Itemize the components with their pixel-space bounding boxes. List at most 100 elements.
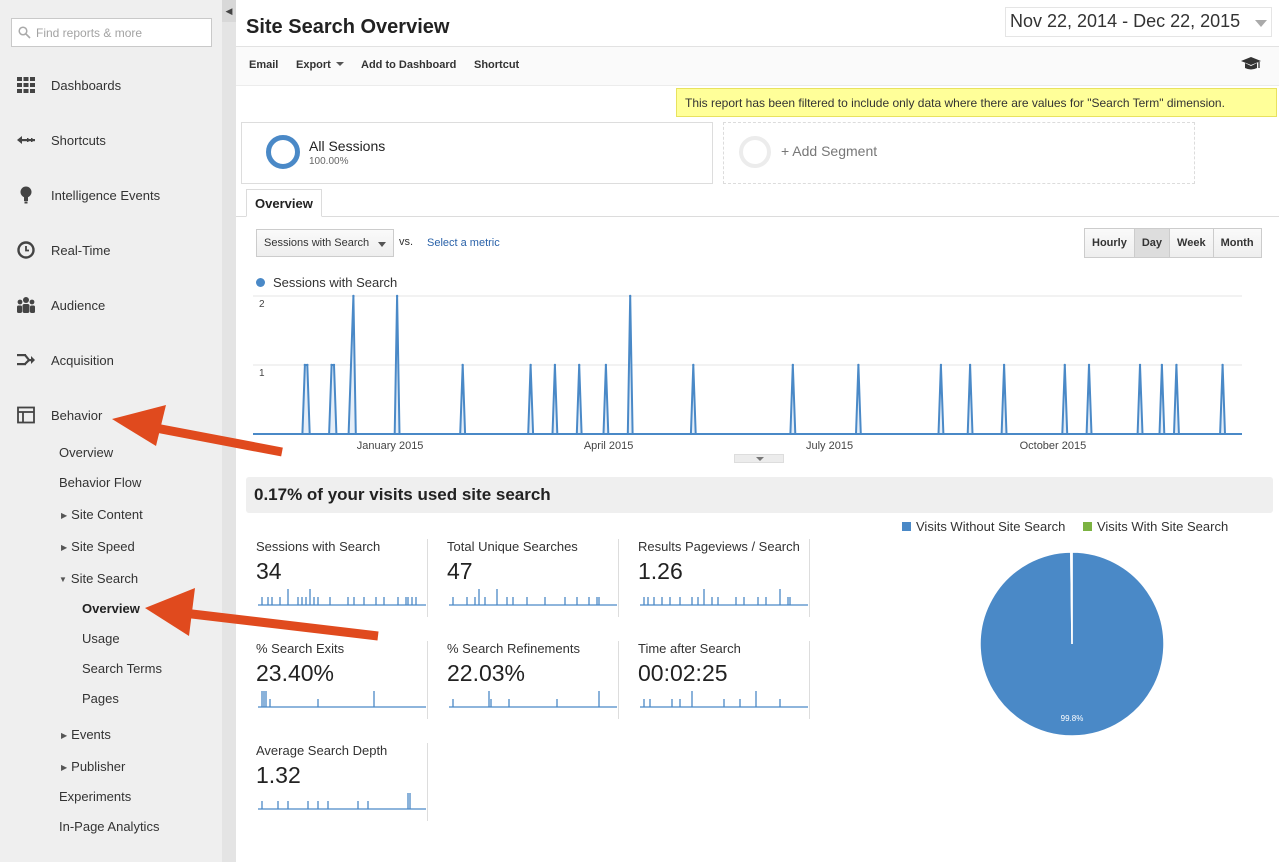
x-tick-label: April 2015 [584,440,634,452]
metric-tile[interactable]: % Search Refinements 22.03% [437,641,619,719]
metric-select[interactable]: Sessions with Search [256,229,394,257]
expand-icon: ▶ [61,763,68,772]
sidebar: Dashboards Shortcuts Intelligence Events… [0,0,222,862]
search-input[interactable] [36,25,206,40]
granularity-day-button[interactable]: Day [1134,229,1171,257]
nav-audience-label: Audience [51,297,106,313]
select-metric-link[interactable]: Select a metric [427,237,500,249]
empty-segment-ring-icon [739,136,771,168]
data-point [577,363,581,367]
nav-site-search-terms[interactable]: Search Terms [82,661,162,676]
nav-dashboards[interactable]: Dashboards [0,65,222,105]
vs-label: vs. [399,236,414,248]
nav-publisher[interactable]: ▶ Publisher [61,759,125,774]
legend-swatch [902,522,911,531]
nav-real-time[interactable]: Real-Time [0,230,222,270]
segment-ring-icon [266,135,300,169]
expand-icon: ▶ [61,543,68,552]
shortcuts-icon [17,136,35,144]
nav-behavior[interactable]: Behavior [0,395,222,435]
sidebar-collapse-strip [222,0,236,862]
nav-site-search-pages[interactable]: Pages [82,691,119,706]
data-point [529,363,532,367]
chevron-down-icon [378,242,386,247]
y-tick-label: 1 [259,368,265,379]
nav-site-search[interactable]: ▼ Site Search [59,571,138,586]
data-point [692,363,695,367]
data-point [352,294,355,298]
nav-shortcuts[interactable]: Shortcuts [0,120,222,160]
metric-sparkline [640,691,808,708]
date-range-picker[interactable]: Nov 22, 2014 - Dec 22, 2015 [1005,7,1272,37]
data-point [303,363,307,367]
nav-behavior-label: Behavior [51,407,103,423]
add-to-dashboard-button[interactable]: Add to Dashboard [361,59,456,71]
nav-behavior-overview[interactable]: Overview [59,445,113,460]
add-segment-label: + Add Segment [781,143,878,159]
tab-overview[interactable]: Overview [246,189,322,217]
x-tick-label: October 2015 [1020,440,1087,452]
nav-shortcuts-label: Shortcuts [51,132,106,148]
metric-select-label: Sessions with Search [264,237,370,249]
nav-acquisition[interactable]: Acquisition [0,340,222,380]
nav-events[interactable]: ▶ Events [61,727,111,742]
nav-acquisition-label: Acquisition [51,352,114,368]
granularity-hourly-button[interactable]: Hourly [1085,229,1135,257]
nav-site-speed[interactable]: ▶ Site Speed [61,539,135,554]
nav-site-search-overview[interactable]: Overview [82,601,140,616]
collapse-sidebar-button[interactable]: ◀ [222,0,236,22]
nav-behavior-flow[interactable]: Behavior Flow [59,475,141,490]
metric-sparkline [258,691,426,708]
data-point [461,363,464,367]
metric-tile[interactable]: Results Pageviews / Search 1.26 [628,539,810,617]
add-segment-button[interactable]: + Add Segment [723,122,1195,184]
sessions-line-chart[interactable]: 1 2 January 2015 April 2015 July 2015 October… [236,290,1279,465]
granularity-month-button[interactable]: Month [1213,229,1261,257]
metric-label: % Search Exits [256,641,345,656]
x-tick-label: July 2015 [806,440,853,452]
email-button[interactable]: Email [249,59,278,71]
collapse-icon: ▼ [59,575,67,584]
metric-sparkline [258,589,426,606]
clock-icon [17,241,35,259]
legend-swatch [1082,522,1092,531]
nav-in-page-analytics[interactable]: In-Page Analytics [59,819,159,834]
metric-label: Total Unique Searches [447,539,578,554]
graduation-cap-icon[interactable] [1240,55,1262,73]
export-label: Export [296,59,331,71]
export-button[interactable]: Export [296,59,344,71]
expand-icon: ▶ [61,511,68,520]
data-point [939,363,943,367]
dashboards-icon [17,77,35,93]
x-tick-label: January 2015 [357,440,424,452]
shortcut-button[interactable]: Shortcut [474,59,519,71]
data-point [306,363,309,367]
pie-legend: Visits Without Site Search Visits With S… [902,519,1228,534]
data-point [1175,363,1178,367]
metric-tile[interactable]: Average Search Depth 1.32 [246,743,428,821]
data-point [330,363,333,367]
site-search-pie-chart[interactable]: 99.8% [978,550,1166,738]
metric-tile[interactable]: Time after Search 00:02:25 [628,641,810,719]
nav-events-label: Events [71,727,111,742]
legend-without-search: Visits Without Site Search [916,519,1066,534]
nav-audience[interactable]: Audience [0,285,222,325]
nav-site-content[interactable]: ▶ Site Content [61,507,143,522]
legend-series-name: Sessions with Search [273,275,398,290]
nav-intelligence-events[interactable]: Intelligence Events [0,175,222,215]
metric-tile[interactable]: Total Unique Searches 47 [437,539,619,617]
metric-value: 00:02:25 [638,660,728,686]
search-box[interactable] [11,18,212,47]
chart-resize-handle[interactable] [734,454,784,463]
page-title: Site Search Overview [246,16,450,38]
data-point [349,363,353,367]
metric-value: 34 [256,558,282,584]
nav-site-search-usage[interactable]: Usage [82,631,120,646]
legend-swatch [256,278,265,287]
data-point [1160,363,1164,367]
granularity-week-button[interactable]: Week [1170,229,1214,257]
metric-tile[interactable]: % Search Exits 23.40% [246,641,428,719]
nav-experiments[interactable]: Experiments [59,789,131,804]
metric-tile[interactable]: Sessions with Search 34 [246,539,428,617]
segment-all-sessions[interactable]: All Sessions 100.00% [241,122,713,184]
